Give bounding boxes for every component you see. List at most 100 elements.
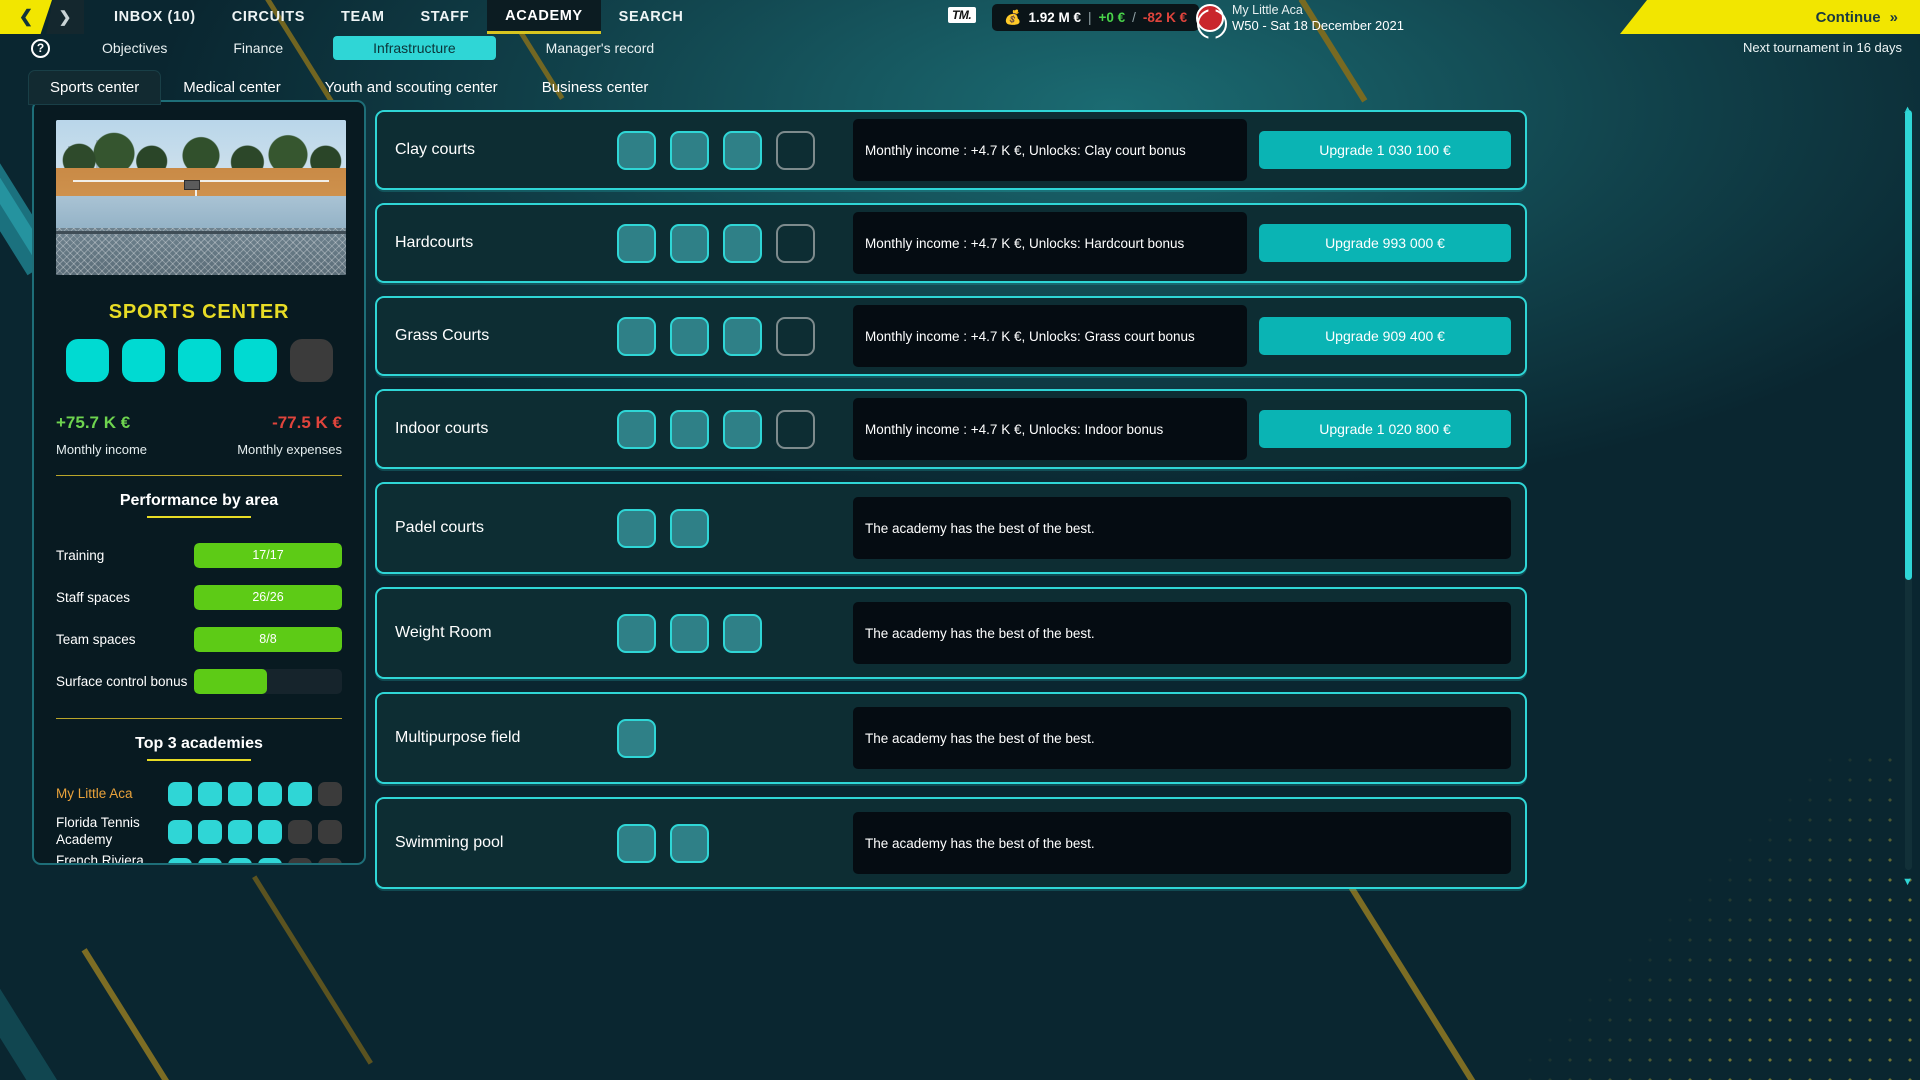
- performance-value: 26/26: [194, 585, 342, 610]
- decorative-diagonal: [252, 875, 373, 1064]
- help-icon[interactable]: ?: [31, 39, 50, 58]
- monthly-income-value: +75.7 K €: [56, 413, 147, 433]
- facility-row[interactable]: Multipurpose field The academy has the be…: [375, 692, 1527, 784]
- facility-level-slot: [670, 509, 709, 548]
- subnav-item-infrastructure[interactable]: Infrastructure: [333, 36, 495, 60]
- monthly-income-label: Monthly income: [56, 442, 147, 457]
- performance-row: Surface control bonus: [56, 660, 342, 702]
- facility-level-slot: [670, 410, 709, 449]
- scroll-down-icon[interactable]: ▼: [1902, 876, 1913, 888]
- scrollbar-track[interactable]: [1905, 110, 1912, 870]
- facility-level-slot: [670, 131, 709, 170]
- performance-label: Team spaces: [56, 632, 194, 647]
- facility-level-slot: [723, 317, 762, 356]
- academy-ranking-row: My Little Aca: [56, 775, 342, 813]
- scrollbar-thumb[interactable]: [1905, 110, 1912, 580]
- nav-item-circuits[interactable]: CIRCUITS: [214, 0, 323, 34]
- facility-row[interactable]: HardcourtsMonthly income : +4.7 K €, Unl…: [375, 203, 1527, 283]
- next-tournament-text: Next tournament in 16 days: [1600, 34, 1920, 55]
- academy-rating-pip: [258, 782, 282, 806]
- performance-row: Staff spaces26/26: [56, 576, 342, 618]
- facility-level-slot: [776, 224, 815, 263]
- academy-rating-pip: [288, 782, 312, 806]
- photo-fence: [56, 228, 346, 275]
- upgrade-button[interactable]: Upgrade 993 000 €: [1259, 224, 1511, 262]
- facility-row[interactable]: Swimming poolThe academy has the best of…: [375, 797, 1527, 889]
- forward-button[interactable]: ❯: [46, 0, 84, 34]
- rating-star: [122, 339, 165, 382]
- heading-underline: [147, 759, 251, 761]
- facility-row[interactable]: Clay courtsMonthly income : +4.7 K €, Un…: [375, 110, 1527, 190]
- performance-bar: 8/8: [194, 627, 342, 652]
- subnav-item-manager-s-record[interactable]: Manager's record: [530, 36, 671, 60]
- tab-medical-center[interactable]: Medical center: [161, 70, 303, 105]
- upgrade-button[interactable]: Upgrade 1 020 800 €: [1259, 410, 1511, 448]
- subnav-item-finance[interactable]: Finance: [217, 36, 299, 60]
- upgrade-button[interactable]: Upgrade 1 030 100 €: [1259, 131, 1511, 169]
- divider: [56, 718, 342, 719]
- academy-rating-pip: [198, 782, 222, 806]
- section-tabs: Sports centerMedical centerYouth and sco…: [28, 70, 670, 105]
- facility-row[interactable]: Padel courts The academy has the best of …: [375, 482, 1527, 574]
- tab-sports-center[interactable]: Sports center: [28, 70, 161, 105]
- sub-navigation-bar: ? Objectives Finance Infrastructure Manager…: [0, 34, 1380, 62]
- academy-ranking-name: My Little Aca: [56, 786, 168, 803]
- nav-item-search[interactable]: SEARCH: [601, 0, 702, 34]
- facility-level-slots: [617, 317, 849, 356]
- performance-value: 8/8: [194, 627, 342, 652]
- facility-level-slot: [617, 410, 656, 449]
- facility-level-slot: [670, 224, 709, 263]
- nav-item-team[interactable]: TEAM: [323, 0, 402, 34]
- performance-label: Training: [56, 548, 194, 563]
- rating-star: [290, 339, 333, 382]
- facility-level-slots: [617, 410, 849, 449]
- facility-description: The academy has the best of the best.: [853, 812, 1511, 874]
- performance-label: Surface control bonus: [56, 674, 194, 689]
- nav-item-inbox-10[interactable]: INBOX (10): [96, 0, 214, 34]
- nav-item-staff[interactable]: STAFF: [403, 0, 488, 34]
- tab-business-center[interactable]: Business center: [520, 70, 671, 105]
- tab-youth-and-scouting-center[interactable]: Youth and scouting center: [303, 70, 520, 105]
- facility-description: The academy has the best of the best.: [853, 602, 1511, 664]
- academy-rating-pip: [258, 858, 282, 865]
- heading-underline: [147, 516, 251, 518]
- academy-rating-pip: [168, 782, 192, 806]
- performance-value: [194, 669, 342, 694]
- facility-level-slots: [617, 131, 849, 170]
- facility-row[interactable]: Indoor courtsMonthly income : +4.7 K €, …: [375, 389, 1527, 469]
- academy-rating-pip: [228, 782, 252, 806]
- facility-row[interactable]: Weight RoomThe academy has the best of t…: [375, 587, 1527, 679]
- monthly-income-block: +75.7 K € Monthly income: [56, 413, 147, 457]
- facility-list: Clay courtsMonthly income : +4.7 K €, Un…: [375, 110, 1527, 1080]
- facility-name: Multipurpose field: [395, 729, 617, 747]
- academy-rating-pip: [318, 858, 342, 865]
- facility-level-slot: [723, 131, 762, 170]
- facility-level-slots: [617, 719, 849, 758]
- facility-level-slot: [617, 131, 656, 170]
- performance-list: Training17/17Staff spaces26/26Team space…: [56, 534, 342, 702]
- facility-level-slot: [617, 509, 656, 548]
- facility-level-slot: [670, 317, 709, 356]
- academy-rating-pips: [168, 858, 342, 865]
- top3-heading: Top 3 academies: [56, 735, 342, 753]
- facility-level-slot: [723, 224, 762, 263]
- academy-rating-pip: [228, 858, 252, 865]
- performance-row: Training17/17: [56, 534, 342, 576]
- facility-level-slot: [723, 614, 762, 653]
- facility-description: The academy has the best of the best.: [853, 497, 1511, 559]
- nav-item-academy[interactable]: ACADEMY: [487, 0, 601, 34]
- academy-rating-pip: [228, 820, 252, 844]
- facility-level-slot: [670, 824, 709, 863]
- academy-rating-pip: [198, 858, 222, 865]
- facility-description: The academy has the best of the best.: [853, 707, 1511, 769]
- facility-row[interactable]: Grass CourtsMonthly income : +4.7 K €, U…: [375, 296, 1527, 376]
- academy-rating-pips: [168, 782, 342, 806]
- upgrade-button[interactable]: Upgrade 909 400 €: [1259, 317, 1511, 355]
- academy-rating-pip: [258, 820, 282, 844]
- rating-star: [178, 339, 221, 382]
- facility-name: Hardcourts: [395, 234, 617, 252]
- subnav-item-objectives[interactable]: Objectives: [86, 36, 183, 60]
- performance-row: Team spaces8/8: [56, 618, 342, 660]
- back-button[interactable]: ❮: [0, 0, 52, 34]
- facility-name: Padel courts: [395, 519, 617, 537]
